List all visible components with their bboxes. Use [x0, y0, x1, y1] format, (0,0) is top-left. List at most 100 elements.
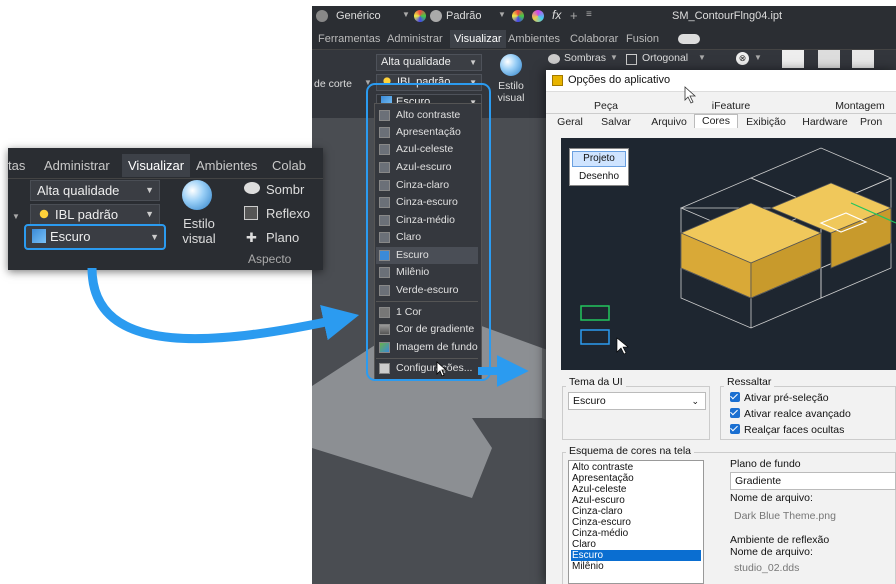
background-label: Plano de fundo [730, 458, 801, 470]
material-dropdown[interactable]: Genérico [336, 10, 381, 22]
title-bar: Genérico ▼ Padrão ▼ fx + ≡ SM_ContourFln… [312, 6, 896, 28]
background-value: Gradiente [735, 475, 782, 487]
home-view-icon[interactable]: ⊗ [736, 52, 749, 65]
chevron-down-icon: ▼ [698, 53, 706, 62]
reflection-file-value: studio_02.dds [734, 562, 800, 574]
color-scheme-label: Esquema de cores na tela [566, 445, 694, 457]
appearance-dropdown[interactable]: Padrão [446, 10, 481, 22]
chevron-down-icon: ▼ [150, 232, 159, 242]
color-scheme-list[interactable]: Alto contraste Apresentação Azul-celeste… [568, 460, 704, 584]
ortho-button[interactable]: Ortogonal [642, 52, 688, 64]
list-item[interactable]: Azul-celeste [571, 484, 701, 495]
tab-colaborar[interactable]: Colaborar [570, 33, 618, 45]
list-item[interactable]: Alto contraste [571, 462, 701, 473]
tab-ambientes[interactable]: Ambientes [196, 158, 257, 173]
tab-arquivo[interactable]: Arquivo [646, 116, 692, 128]
quality-dropdown[interactable]: Alta qualidade ▼ [376, 54, 482, 71]
plus-icon[interactable]: + [570, 8, 578, 23]
tab-visualizar[interactable]: Visualizar [122, 154, 191, 177]
chevron-down-icon: ▼ [402, 10, 410, 19]
ui-theme-value: Escuro [573, 395, 606, 407]
tab-ferramentas[interactable]: tas [8, 158, 25, 173]
shadows-button[interactable]: Sombr [266, 182, 304, 197]
list-item[interactable]: Cinza-médio [571, 528, 701, 539]
check-icon [730, 392, 740, 402]
aspect-group-label: Aspecto [248, 252, 292, 266]
ortho-icon [626, 54, 637, 65]
tab-prompts[interactable]: Pron [860, 116, 896, 128]
ui-theme-select[interactable]: Escuro ⌄ [568, 392, 706, 410]
tab-exibicao[interactable]: Exibição [742, 116, 790, 128]
ui-theme-label: Tema da UI [566, 376, 626, 388]
list-item[interactable]: Claro [571, 539, 701, 550]
advanced-highlight-checkbox[interactable]: Ativar realce avançado [730, 408, 851, 420]
adjust-icon[interactable] [512, 10, 524, 22]
visual-style-icon[interactable] [500, 54, 522, 76]
list-item[interactable]: Apresentação [571, 473, 701, 484]
list-item[interactable]: Milênio [571, 561, 701, 572]
tab-ambientes[interactable]: Ambientes [508, 33, 560, 45]
tab-geral[interactable]: Geral [552, 116, 588, 128]
tab-hardware[interactable]: Hardware [796, 116, 854, 128]
tab-salvar[interactable]: Salvar [596, 116, 636, 128]
reflection-label: Ambiente de reflexão [730, 534, 830, 546]
highlight-label: Ressaltar [724, 376, 775, 388]
ibl-dropdown[interactable]: IBL padrão ▼ [30, 204, 160, 225]
shadows-icon [244, 182, 260, 194]
dialog-tabs: Peça iFeature Montagem Geral Salvar Arqu… [546, 94, 896, 128]
tab-visualizar[interactable]: Visualizar [450, 30, 506, 48]
window-icon[interactable] [818, 50, 840, 68]
quality-value: Alta qualidade [381, 56, 451, 68]
preselect-checkbox[interactable]: Ativar pré-seleção [730, 392, 829, 404]
ground-plane-icon: ✚ [246, 230, 257, 245]
dialog-title-bar: Opções do aplicativo [546, 70, 896, 92]
chevron-down-icon: ⌄ [691, 396, 699, 406]
list-item[interactable]: Azul-escuro [571, 495, 701, 506]
style-icon [32, 229, 46, 243]
shadows-button[interactable]: Sombras [564, 52, 606, 64]
chevron-down-icon: ▼ [196, 234, 204, 243]
tab-ifeature[interactable]: iFeature [706, 100, 756, 112]
tab-ferramentas[interactable]: Ferramentas [318, 33, 380, 45]
ibl-value: IBL padrão [55, 207, 119, 222]
close-icon[interactable] [316, 10, 328, 22]
toggle-icon[interactable] [678, 34, 700, 44]
window-icon[interactable] [852, 50, 874, 68]
hidden-faces-checkbox[interactable]: Realçar faces ocultas [730, 424, 844, 436]
advanced-highlight-label: Ativar realce avançado [744, 408, 851, 420]
tab-administrar[interactable]: Administrar [44, 158, 110, 173]
section-view-label[interactable]: de corte [314, 78, 352, 90]
tab-administrar[interactable]: Administrar [387, 33, 443, 45]
visual-style-label[interactable]: Estilo visual [486, 80, 536, 104]
appearance-icon [414, 10, 426, 22]
tab-colaborar[interactable]: Colab [272, 158, 306, 173]
chevron-down-icon: ▼ [498, 10, 506, 19]
file-name: SM_ContourFlng04.ipt [672, 10, 783, 22]
window-icon[interactable] [782, 50, 804, 68]
tab-montagem[interactable]: Montagem [830, 100, 890, 112]
quality-dropdown[interactable]: Alta qualidade ▼ [30, 180, 160, 201]
clear-icon[interactable] [532, 10, 544, 22]
shadows-icon [548, 54, 560, 64]
list-item[interactable]: Cinza-escuro [571, 517, 701, 528]
visual-style-icon[interactable] [182, 180, 212, 210]
quality-value: Alta qualidade [37, 183, 120, 198]
preselect-label: Ativar pré-seleção [744, 392, 829, 404]
customize-icon[interactable]: ≡ [586, 9, 592, 20]
ground-plane-button[interactable]: Plano [266, 230, 299, 245]
hidden-faces-label: Realçar faces ocultas [744, 424, 845, 436]
sun-icon [37, 207, 51, 221]
tab-fusion[interactable]: Fusion [626, 33, 659, 45]
check-icon [730, 408, 740, 418]
ribbon-zoom-callout: tas Administrar Visualizar Ambientes Col… [8, 148, 323, 270]
tab-peca[interactable]: Peça [586, 100, 626, 112]
background-select[interactable]: Gradiente [730, 472, 896, 490]
fx-icon[interactable]: fx [552, 8, 561, 22]
list-item-selected[interactable]: Escuro [571, 550, 701, 561]
style-value: Escuro [50, 229, 91, 244]
chevron-down-icon: ▼ [145, 209, 154, 219]
tab-cores[interactable]: Cores [694, 114, 738, 128]
list-item[interactable]: Cinza-claro [571, 506, 701, 517]
reflection-button[interactable]: Reflexo [266, 206, 310, 221]
style-dropdown[interactable]: Escuro ▼ [24, 224, 166, 250]
